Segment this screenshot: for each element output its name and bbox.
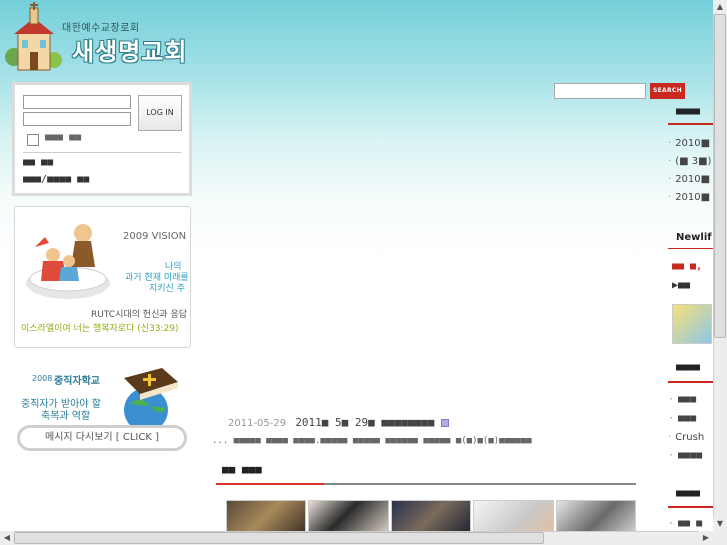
login-button[interactable]: LOG IN bbox=[138, 95, 182, 131]
right-list-item[interactable]: 2010■ bbox=[668, 192, 710, 203]
remember-checkbox[interactable] bbox=[27, 134, 39, 146]
right-section-2-subtitle: ■■ ■, bbox=[672, 261, 703, 272]
section-title: ■■ ■■■ bbox=[222, 463, 262, 476]
attachment-icon bbox=[441, 419, 450, 427]
join-link[interactable]: ■■ ■■ bbox=[23, 157, 53, 168]
church-logo[interactable]: 대한예수교장로회 새생명교회 bbox=[4, 2, 204, 78]
church-name: 새생명교회 bbox=[72, 38, 188, 66]
horizontal-scroll-thumb[interactable] bbox=[14, 532, 544, 544]
right-section-2-title: Newlif bbox=[676, 232, 712, 243]
login-box: LOG IN ■■■ ■■ ■■ ■■ ■■■/■■■■ ■■ bbox=[12, 82, 192, 196]
right-list-item[interactable]: ■■■ bbox=[668, 413, 696, 424]
news-title[interactable]: 2011■ 5■ 29■ ■■■■■■■■ bbox=[295, 416, 441, 429]
bible-globe-icon bbox=[124, 368, 178, 426]
right-sidebar: ■■■■ 2010■ (■ 3■) 2010■ 2010■ Newlif ■■ … bbox=[668, 100, 714, 532]
search-button[interactable]: SEARCH bbox=[650, 83, 685, 99]
scroll-up-arrow-icon[interactable]: ▲ bbox=[713, 0, 727, 14]
scroll-left-arrow-icon[interactable]: ◀ bbox=[0, 531, 14, 545]
photo-thumbnail[interactable] bbox=[473, 500, 554, 532]
school-line-2: 축복과 역할 bbox=[41, 411, 91, 422]
right-section-2-link[interactable]: ▶■■ bbox=[672, 280, 690, 291]
right-list-item[interactable]: 2010■ bbox=[668, 138, 710, 149]
newlife-thumbnail[interactable] bbox=[672, 304, 712, 344]
right-list-item[interactable]: 2010■ bbox=[668, 174, 710, 185]
church-building-icon bbox=[5, 2, 62, 71]
photo-thumbnail[interactable] bbox=[555, 500, 636, 532]
photo-thumbnail[interactable] bbox=[308, 500, 389, 532]
right-list-item[interactable]: Crush bbox=[668, 432, 704, 443]
login-divider bbox=[23, 152, 181, 153]
vision-line-3: 지키신 주 bbox=[149, 284, 185, 294]
right-section-1-title: ■■■■ bbox=[676, 106, 701, 117]
vision-banner[interactable]: 2009 VISION 나의 과거 현재 미래를 지키신 주 RUTC시대의 헌… bbox=[14, 206, 191, 348]
right-section-1-line bbox=[668, 123, 714, 125]
vision-illustration bbox=[26, 224, 110, 299]
photo-section-header: ■■ ■■■ bbox=[216, 461, 636, 485]
news-date: 2011-05-29 bbox=[228, 418, 287, 429]
news-item[interactable]: 2011-05-29 2011■ 5■ 29■ ■■■■■■■■ bbox=[228, 416, 634, 429]
right-list-item[interactable]: (■ 3■) bbox=[668, 156, 711, 167]
search-input[interactable] bbox=[554, 83, 646, 99]
scroll-right-arrow-icon[interactable]: ▶ bbox=[699, 531, 713, 545]
vision-year-title: 2009 VISION bbox=[123, 231, 187, 242]
photo-thumbnail[interactable] bbox=[390, 500, 472, 532]
section-accent-line bbox=[216, 483, 324, 485]
vertical-scroll-thumb[interactable] bbox=[714, 14, 726, 338]
news-summary: ... ■■■■■ ■■■■ ■■■■.■■■■■ ■■■■■ ■■■■■■ ■… bbox=[212, 436, 532, 446]
remember-label: ■■■ ■■ bbox=[45, 132, 82, 143]
right-list-item[interactable]: ■■■ bbox=[668, 394, 696, 405]
right-list-item[interactable]: ■■■■ bbox=[668, 450, 702, 461]
school-title: 중직자학교 bbox=[54, 376, 100, 387]
right-section-3-line bbox=[668, 381, 714, 383]
vision-line-4: RUTC시대의 헌신과 응답 bbox=[91, 310, 188, 320]
right-section-4-line bbox=[668, 506, 714, 508]
scrollbar-corner bbox=[713, 531, 727, 545]
right-list-item[interactable]: ■■ ■ bbox=[668, 518, 702, 529]
school-banner[interactable]: 2008 중직자학교 중직자가 받아야 할 축복과 역할 메시지 다시보기 [ … bbox=[14, 364, 194, 456]
photo-gallery bbox=[226, 500, 636, 532]
find-account-link[interactable]: ■■■/■■■■ ■■ bbox=[23, 174, 89, 185]
photo-thumbnail[interactable] bbox=[226, 500, 307, 532]
scroll-down-arrow-icon[interactable]: ▼ bbox=[713, 517, 727, 531]
school-year: 2008 bbox=[32, 374, 53, 383]
right-section-4-title: ■■■■ bbox=[676, 488, 701, 499]
user-id-input[interactable] bbox=[23, 95, 131, 109]
right-section-2-line bbox=[668, 248, 714, 249]
right-section-3-title: ■■■■ bbox=[676, 362, 701, 373]
password-input[interactable] bbox=[23, 112, 131, 126]
vision-verse: 이스라엘이여 너는 행복자로다 (신33:29) bbox=[21, 324, 179, 334]
replay-message-button[interactable]: 메시지 다시보기 [ CLICK ] bbox=[17, 425, 187, 451]
